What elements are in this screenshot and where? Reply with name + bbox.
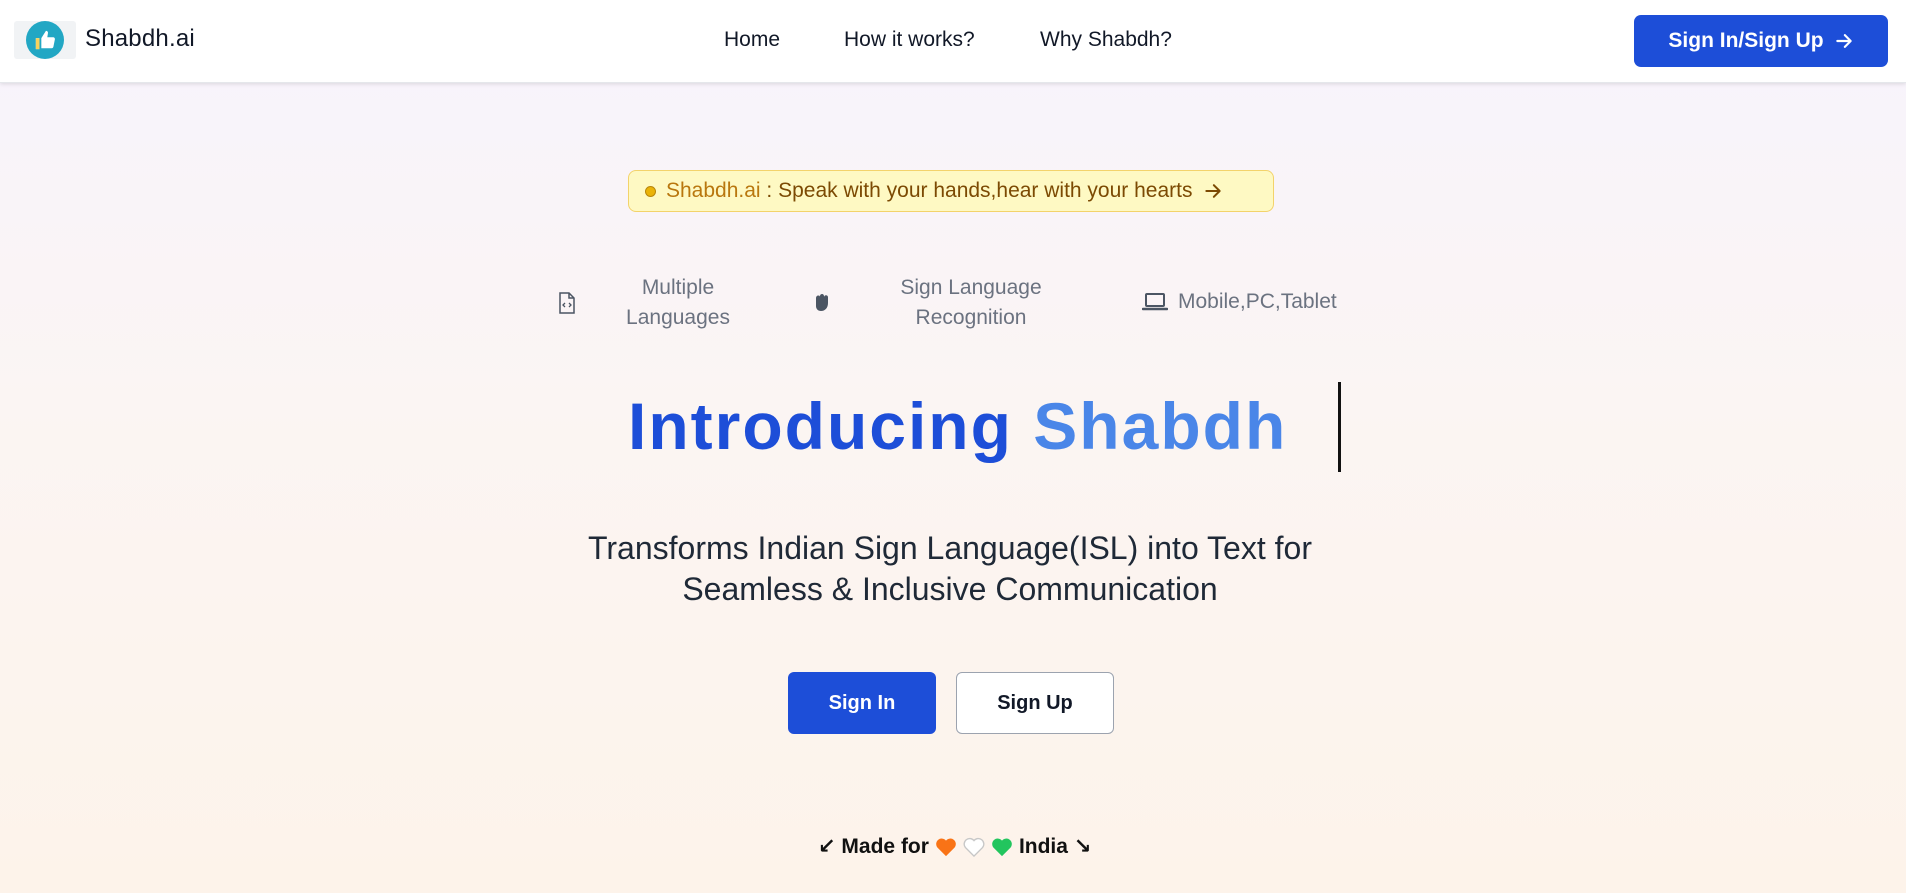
- logo[interactable]: [14, 21, 76, 59]
- top-navbar: Shabdh.ai Home How it works? Why Shabdh?…: [0, 0, 1906, 83]
- feature-devices: Mobile,PC,Tablet: [1178, 287, 1337, 317]
- nav-how-it-works[interactable]: How it works?: [844, 28, 975, 52]
- arrow-right-icon: [1204, 184, 1221, 198]
- hero-subtitle: Transforms Indian Sign Language(ISL) int…: [540, 528, 1360, 610]
- subtitle-line: Seamless & Inclusive Communication: [682, 571, 1218, 607]
- hero-heading: Introducing Shabdh: [628, 388, 1287, 464]
- thumbs-up-icon: [26, 21, 64, 59]
- signin-signup-label: Sign In/Sign Up: [1668, 29, 1824, 52]
- heading-introducing: Introducing: [628, 389, 1013, 463]
- feature-multiple-languages: Multiple Languages: [598, 273, 758, 333]
- banner-brand: Shabdh.ai: [666, 179, 761, 202]
- green-heart-icon: [992, 838, 1012, 856]
- code-file-icon: [559, 292, 575, 314]
- nav-why-shabdh[interactable]: Why Shabdh?: [1040, 28, 1172, 52]
- feature-line: Recognition: [915, 306, 1027, 329]
- subtitle-line: Transforms Indian Sign Language(ISL) int…: [588, 530, 1312, 566]
- feature-line: Sign Language: [900, 276, 1042, 299]
- laptop-icon: [1142, 293, 1168, 311]
- announcement-banner[interactable]: Shabdh.ai : Speak with your hands,hear w…: [628, 170, 1274, 212]
- typing-cursor: [1338, 382, 1341, 472]
- heading-shabdh: Shabdh: [1033, 389, 1288, 463]
- feature-sign-language-recognition: Sign Language Recognition: [871, 273, 1071, 333]
- white-heart-icon: [963, 837, 985, 857]
- feature-line: Languages: [626, 306, 730, 329]
- nav-home[interactable]: Home: [724, 28, 780, 52]
- orange-heart-icon: [936, 838, 956, 856]
- hand-fist-icon: [816, 294, 828, 311]
- made-suffix: India ↘: [1018, 835, 1092, 858]
- brand-name[interactable]: Shabdh.ai: [85, 25, 195, 53]
- banner-text: : Speak with your hands,hear with your h…: [760, 179, 1193, 202]
- feature-line: Mobile,PC,Tablet: [1178, 290, 1337, 313]
- made-for-india: ↙ Made for India ↘: [818, 834, 1091, 859]
- signin-signup-button[interactable]: Sign In/Sign Up: [1634, 15, 1888, 67]
- sign-up-button[interactable]: Sign Up: [956, 672, 1114, 734]
- made-prefix: ↙ Made for: [818, 835, 929, 858]
- arrow-right-icon: [1835, 34, 1852, 48]
- feature-line: Multiple: [641, 276, 715, 299]
- dot-icon: [645, 185, 656, 197]
- sign-in-button[interactable]: Sign In: [788, 672, 936, 734]
